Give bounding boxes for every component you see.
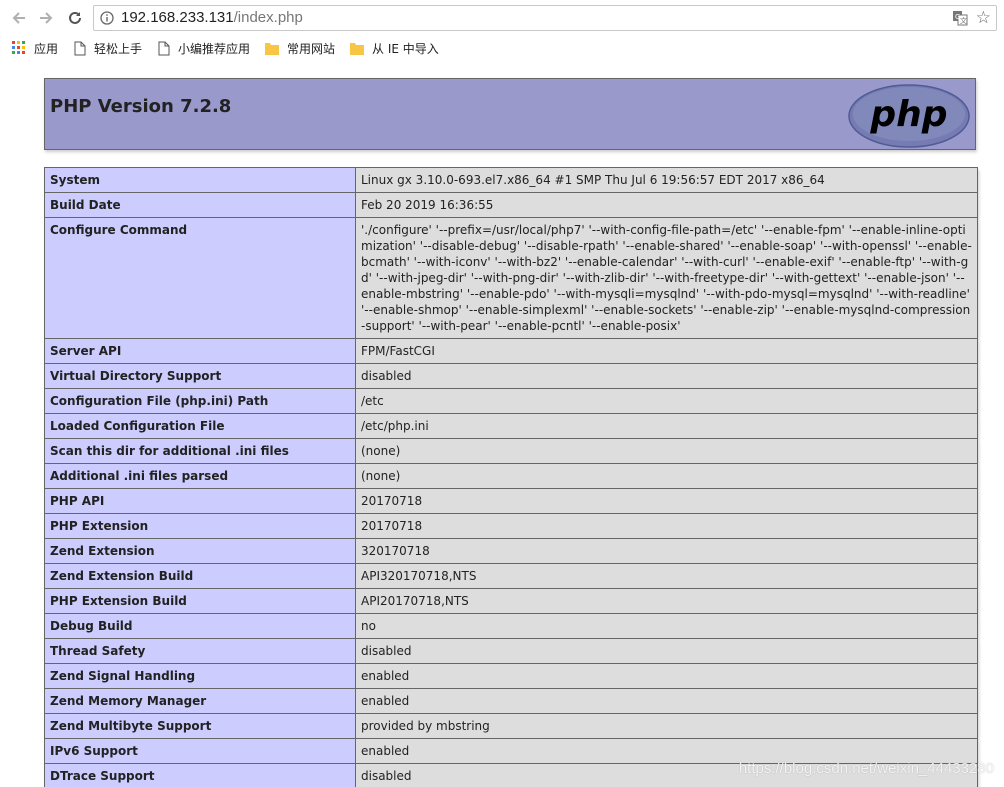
info-icon[interactable]: [100, 11, 114, 25]
navigation-bar: 192.168.233.131/index.php G 文 ☆: [0, 0, 1004, 36]
row-key: Virtual Directory Support: [44, 363, 356, 389]
url-host: 192.168.233.131: [121, 9, 234, 26]
bookmark-common-sites[interactable]: 常用网站: [265, 39, 335, 57]
row-value: API320170718,NTS: [355, 563, 978, 589]
row-key: System: [44, 167, 356, 193]
row-key: IPv6 Support: [44, 738, 356, 764]
forward-button[interactable]: [34, 6, 58, 30]
row-value: provided by mbstring: [355, 713, 978, 739]
row-key: DTrace Support: [44, 763, 356, 787]
row-value: 20170718: [355, 488, 978, 514]
folder-icon: [350, 42, 364, 55]
row-key: Zend Multibyte Support: [44, 713, 356, 739]
row-key: Zend Signal Handling: [44, 663, 356, 689]
row-key: Zend Extension: [44, 538, 356, 564]
row-value: disabled: [355, 638, 978, 664]
bookmark-apps[interactable]: 应用: [12, 39, 58, 57]
bookmark-getting-started[interactable]: 轻松上手: [74, 39, 142, 57]
row-key: Scan this dir for additional .ini files: [44, 438, 356, 464]
row-value: enabled: [355, 663, 978, 689]
php-logo[interactable]: php: [848, 84, 970, 148]
table-row: Server API FPM/FastCGI: [44, 338, 978, 364]
table-row: Zend Memory Manager enabled: [44, 688, 978, 714]
row-key: Zend Memory Manager: [44, 688, 356, 714]
row-key: Build Date: [44, 192, 356, 218]
row-value: no: [355, 613, 978, 639]
row-key: Zend Extension Build: [44, 563, 356, 589]
svg-text:文: 文: [960, 16, 967, 25]
bookmark-label: 轻松上手: [94, 41, 143, 56]
row-value: 320170718: [355, 538, 978, 564]
bookmark-star-icon[interactable]: ☆: [976, 8, 991, 28]
bookmark-recommended-apps[interactable]: 小编推荐应用: [158, 39, 250, 57]
row-value: './configure' '--prefix=/usr/local/php7'…: [355, 217, 978, 339]
row-value: enabled: [355, 688, 978, 714]
table-row: System Linux gx 3.10.0-693.el7.x86_64 #1 …: [44, 167, 978, 193]
php-info-table: System Linux gx 3.10.0-693.el7.x86_64 #1 …: [44, 167, 978, 787]
folder-icon: [265, 42, 279, 55]
page-title: PHP Version 7.2.8: [50, 96, 232, 117]
table-row: Configure Command './configure' '--prefix…: [44, 217, 978, 339]
table-row: Thread Safety disabled: [44, 638, 978, 664]
row-value: (none): [355, 463, 978, 489]
row-key: Server API: [44, 338, 356, 364]
table-row: Virtual Directory Support disabled: [44, 363, 978, 389]
address-bar[interactable]: 192.168.233.131/index.php G 文 ☆: [93, 5, 997, 31]
apps-grid-icon: [12, 41, 25, 54]
reload-icon: [69, 11, 81, 24]
row-value: Feb 20 2019 16:36:55: [355, 192, 978, 218]
row-value: Linux gx 3.10.0-693.el7.x86_64 #1 SMP Th…: [355, 167, 978, 193]
row-value: disabled: [355, 363, 978, 389]
row-key: Configuration File (php.ini) Path: [44, 388, 356, 414]
row-key: PHP Extension Build: [44, 588, 356, 614]
table-row: Scan this dir for additional .ini files(…: [44, 438, 978, 464]
bookmark-label: 应用: [34, 41, 59, 56]
row-key: Additional .ini files parsed: [44, 463, 356, 489]
table-row: Zend Extension 320170718: [44, 538, 978, 564]
row-key: Loaded Configuration File: [44, 413, 356, 439]
bookmarks-bar: 应用 轻松上手 小编推荐应用 常用网站 从 IE 中导入: [0, 36, 1004, 60]
table-row: Build Date Feb 20 2019 16:36:55: [44, 192, 978, 218]
table-row: PHP Extension Build API20170718,NTS: [44, 588, 978, 614]
watermark-text: https://blog.csdn.net/weixin_44433280: [738, 760, 994, 777]
table-row: Zend Extension Build API320170718,NTS: [44, 563, 978, 589]
row-key: PHP API: [44, 488, 356, 514]
row-value: API20170718,NTS: [355, 588, 978, 614]
table-row: PHP Extension 20170718: [44, 513, 978, 539]
translate-icon[interactable]: G 文: [952, 10, 968, 26]
url-path: /index.php: [233, 9, 303, 26]
page-icon: [74, 41, 86, 55]
table-row: Configuration File (php.ini) Path/etc: [44, 388, 978, 414]
bookmark-label: 从 IE 中导入: [372, 41, 439, 56]
table-row: Zend Multibyte Support provided by mbstri…: [44, 713, 978, 739]
table-row: PHP API 20170718: [44, 488, 978, 514]
forward-arrow-icon: [40, 12, 53, 24]
page-content: PHP Version 7.2.8 php System Linux gx 3.1…: [0, 62, 1004, 787]
table-row: Zend Signal Handling enabled: [44, 663, 978, 689]
row-key: Thread Safety: [44, 638, 356, 664]
address-url[interactable]: 192.168.233.131/index.php: [121, 9, 303, 26]
browser-chrome: 192.168.233.131/index.php G 文 ☆ 应用 轻松上手 …: [0, 0, 1004, 63]
row-value: 20170718: [355, 513, 978, 539]
php-header: PHP Version 7.2.8 php: [44, 78, 976, 150]
table-row: Loaded Configuration File/etc/php.ini: [44, 413, 978, 439]
back-button[interactable]: [7, 6, 31, 30]
bookmark-label: 常用网站: [287, 41, 336, 56]
back-arrow-icon: [12, 12, 25, 24]
row-key: PHP Extension: [44, 513, 356, 539]
row-value: (none): [355, 438, 978, 464]
reload-button[interactable]: [63, 6, 87, 30]
row-key: Debug Build: [44, 613, 356, 639]
table-row: Additional .ini files parsed (none): [44, 463, 978, 489]
row-value: /etc: [355, 388, 978, 414]
php-logo-text: php: [869, 94, 947, 135]
row-key: Configure Command: [44, 217, 356, 339]
table-row: Debug Build no: [44, 613, 978, 639]
row-value: FPM/FastCGI: [355, 338, 978, 364]
bookmark-import-ie[interactable]: 从 IE 中导入: [350, 39, 439, 57]
bookmark-label: 小编推荐应用: [178, 41, 251, 56]
page-icon: [158, 41, 170, 55]
row-value: /etc/php.ini: [355, 413, 978, 439]
